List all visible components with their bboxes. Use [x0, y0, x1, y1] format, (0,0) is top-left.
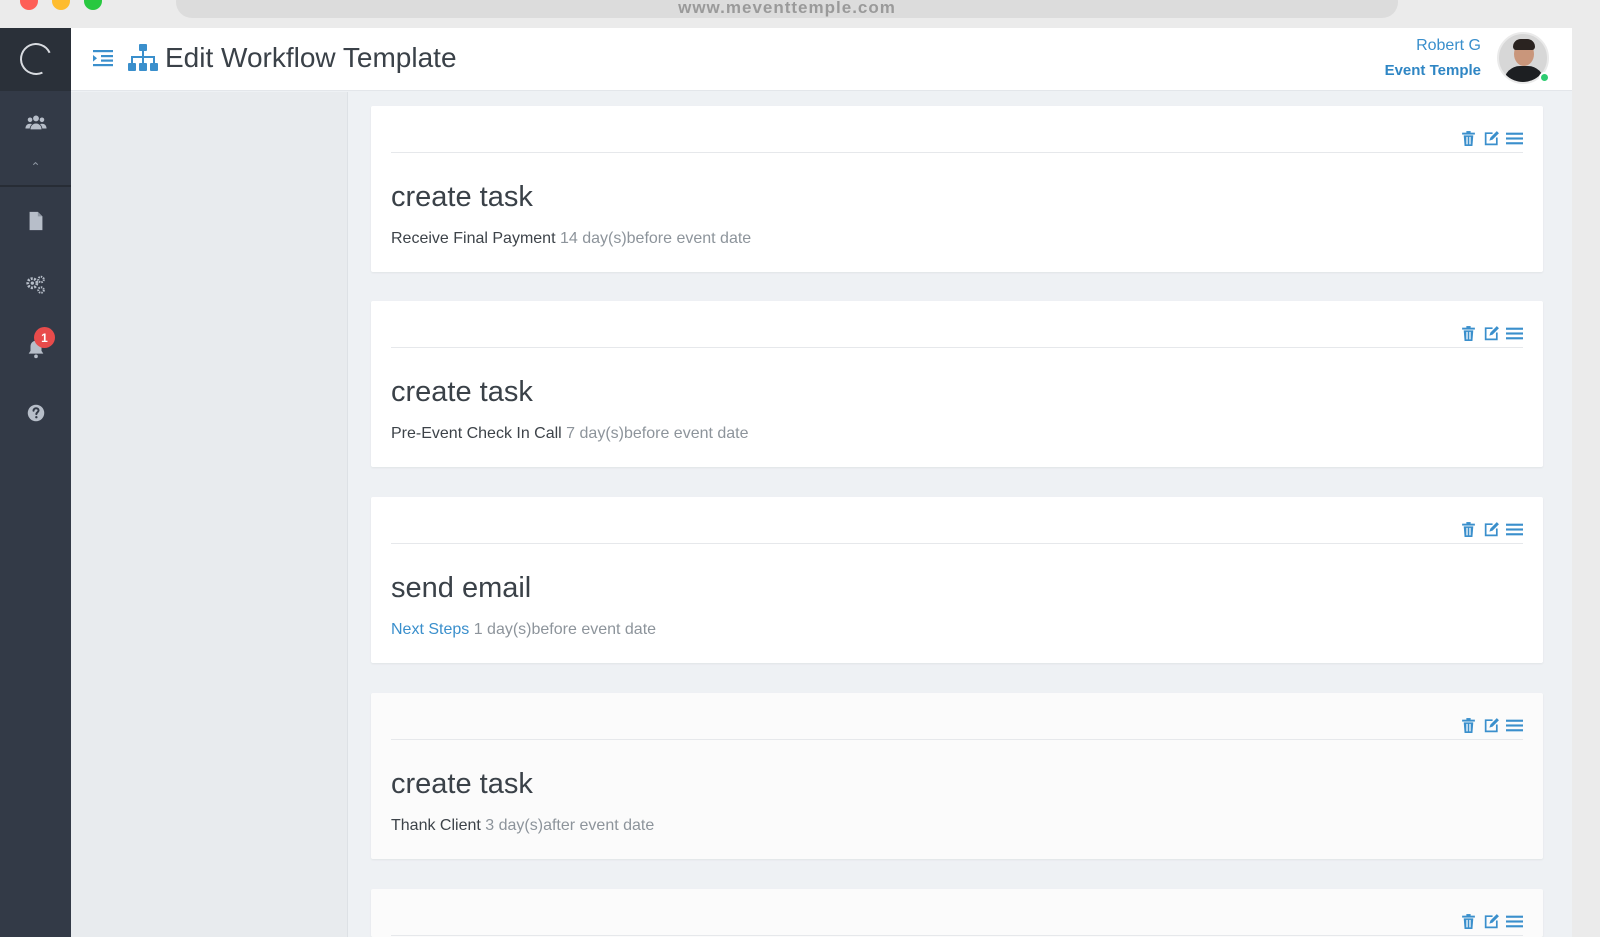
drag-handle-menu-icon[interactable] — [1506, 521, 1523, 538]
step-action-title: create task — [391, 768, 533, 800]
step-detail: Next Steps 1 day(s)before event date — [391, 621, 656, 639]
card-divider — [391, 543, 1523, 544]
step-name: Pre-Event Check In Call — [391, 425, 562, 442]
step-timing: 3 day(s)after event date — [480, 817, 655, 834]
workflow-step-card: create task Receive Final Payment 14 day… — [371, 106, 1543, 272]
sidebar-item-notifications[interactable]: 1 — [0, 317, 71, 381]
edit-icon[interactable] — [1483, 913, 1500, 930]
window-minimize-button[interactable] — [52, 0, 70, 10]
card-divider — [391, 935, 1523, 936]
step-action-title: create task — [391, 376, 533, 408]
delete-trash-icon[interactable] — [1460, 130, 1477, 147]
delete-trash-icon[interactable] — [1460, 717, 1477, 734]
app-logo[interactable] — [0, 28, 71, 91]
sidebar-item-help[interactable] — [0, 381, 71, 445]
gears-icon — [25, 275, 45, 294]
online-status-indicator — [1539, 72, 1550, 83]
card-divider — [391, 347, 1523, 348]
step-timing: 14 day(s)before event date — [555, 230, 752, 247]
user-organization[interactable]: Event Temple — [1385, 62, 1481, 79]
edit-icon[interactable] — [1483, 521, 1500, 538]
drag-handle-menu-icon[interactable] — [1506, 717, 1523, 734]
step-name: Thank Client — [391, 817, 481, 834]
step-name: Receive Final Payment — [391, 230, 556, 247]
email-template-link[interactable]: Next Steps — [391, 621, 469, 638]
collapse-chevron-icon[interactable]: ⌃ — [0, 155, 71, 179]
browser-chrome: www.meventtemple.com — [0, 0, 1600, 28]
card-divider — [391, 152, 1523, 153]
users-icon — [24, 115, 47, 130]
page-title: Edit Workflow Template — [165, 42, 457, 73]
logo-ring-icon — [14, 38, 57, 80]
document-icon — [29, 211, 42, 231]
workflow-step-card: create task Pre-Event Check In Call 7 da… — [371, 301, 1543, 467]
browser-chrome-edge — [1572, 0, 1600, 937]
card-actions — [1460, 521, 1523, 538]
step-timing: 7 day(s)before event date — [561, 425, 749, 442]
address-bar[interactable]: www.meventtemple.com — [176, 0, 1398, 18]
window-maximize-button[interactable] — [84, 0, 102, 10]
delete-trash-icon[interactable] — [1460, 521, 1477, 538]
step-detail: Receive Final Payment 14 day(s)before ev… — [391, 230, 751, 248]
workflow-sitemap-icon — [128, 44, 158, 72]
sidebar-item-contacts[interactable] — [0, 91, 71, 155]
step-detail: Thank Client 3 day(s)after event date — [391, 817, 654, 835]
step-timing: 1 day(s)before event date — [469, 621, 657, 638]
address-bar-url: www.meventtemple.com — [678, 0, 896, 17]
delete-trash-icon[interactable] — [1460, 913, 1477, 930]
top-header: Edit Workflow Template Robert G Event Te… — [71, 28, 1572, 91]
step-action-title: create task — [391, 181, 533, 213]
step-action-title: send email — [391, 572, 532, 604]
toggle-menu-button[interactable] — [93, 49, 113, 67]
notification-badge: 1 — [34, 327, 55, 348]
workflow-step-card: send email Next Steps 1 day(s)before eve… — [371, 497, 1543, 663]
card-actions — [1460, 325, 1523, 342]
help-icon — [27, 404, 44, 422]
sidebar-item-documents[interactable] — [0, 189, 71, 253]
step-detail: Pre-Event Check In Call 7 day(s)before e… — [391, 425, 749, 443]
edit-icon[interactable] — [1483, 130, 1500, 147]
delete-trash-icon[interactable] — [1460, 325, 1477, 342]
sidebar-item-settings[interactable] — [0, 253, 71, 317]
edit-icon[interactable] — [1483, 325, 1500, 342]
sidebar-group-contacts: ⌃ — [0, 91, 71, 187]
card-actions — [1460, 913, 1523, 930]
drag-handle-menu-icon[interactable] — [1506, 130, 1523, 147]
user-name[interactable]: Robert G — [1416, 37, 1481, 55]
drag-handle-menu-icon[interactable] — [1506, 913, 1523, 930]
edit-icon[interactable] — [1483, 717, 1500, 734]
workflow-step-card-partial — [371, 889, 1543, 937]
window-close-button[interactable] — [20, 0, 38, 10]
sidebar: ⌃ 1 — [0, 28, 71, 937]
workflow-step-card: create task Thank Client 3 day(s)after e… — [371, 693, 1543, 859]
workflow-settings-panel — [71, 92, 348, 937]
card-actions — [1460, 130, 1523, 147]
card-actions — [1460, 717, 1523, 734]
drag-handle-menu-icon[interactable] — [1506, 325, 1523, 342]
card-divider — [391, 739, 1523, 740]
indent-menu-icon — [93, 50, 113, 67]
